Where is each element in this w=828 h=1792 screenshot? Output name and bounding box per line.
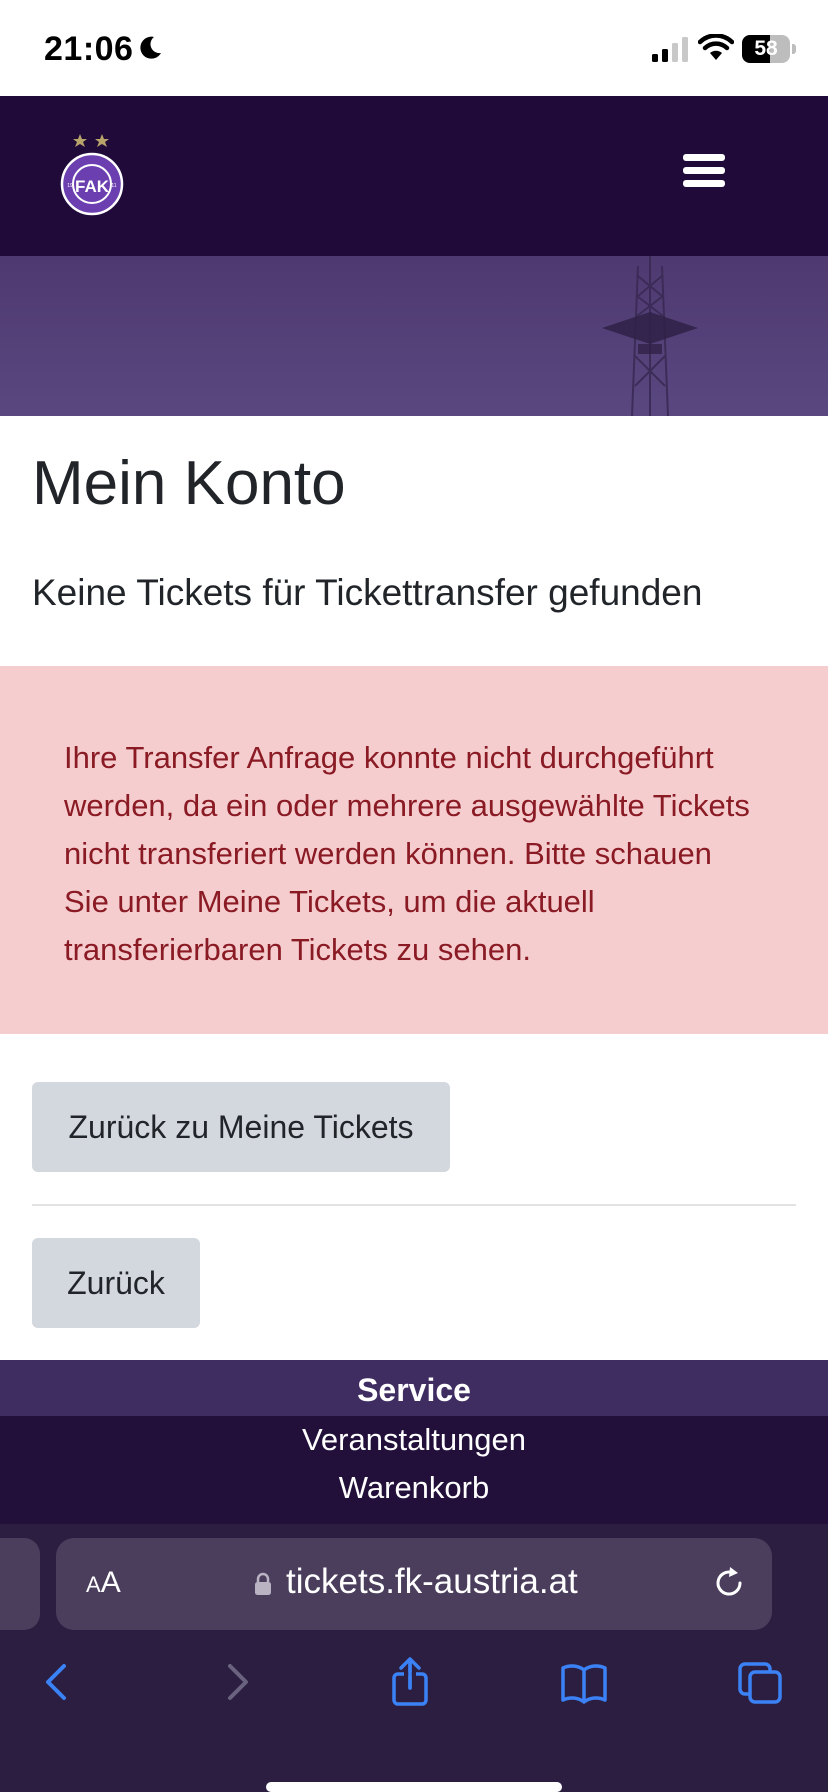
url-text: tickets.fk-austria.at [286,1562,578,1601]
footer-heading: Service [357,1372,471,1408]
previous-tab-peek[interactable] [0,1538,40,1630]
text-size-button[interactable]: AA [86,1566,121,1600]
page-subtitle: Keine Tickets für Tickettransfer gefunde… [32,572,703,613]
site-header: FAK 19 11 [0,96,828,256]
club-logo[interactable]: FAK 19 11 [58,132,132,216]
svg-text:11: 11 [111,183,116,189]
footer-heading-bar: Service [0,1360,828,1416]
back-to-my-tickets-button[interactable]: Zurück zu Meine Tickets [32,1082,450,1172]
cellular-signal-icon [652,37,688,62]
moon-icon [140,36,161,59]
back-icon[interactable] [34,1656,82,1708]
address-bar[interactable]: AA tickets.fk-austria.at [56,1538,772,1630]
battery-indicator: 58 [742,35,796,63]
reload-icon[interactable] [710,1564,748,1602]
menu-button[interactable] [680,154,728,194]
share-icon[interactable] [386,1656,434,1708]
tabs-icon[interactable] [736,1656,784,1708]
lock-icon [255,1572,271,1595]
status-bar: 21:06 58 [0,0,828,96]
svg-text:FAK: FAK [75,177,110,196]
error-alert: Ihre Transfer Anfrage konnte nicht durch… [0,666,828,1034]
forward-icon[interactable] [212,1656,260,1708]
tower-image [602,256,698,416]
footer-link-events[interactable]: Veranstaltungen [0,1422,828,1458]
wifi-icon [698,34,734,60]
browser-toolbar: AA tickets.fk-austria.at [0,1524,828,1792]
hamburger-icon [683,154,725,161]
footer-links: Veranstaltungen Warenkorb [0,1416,828,1524]
divider [32,1204,796,1206]
back-button[interactable]: Zurück [32,1238,200,1328]
home-indicator [266,1782,562,1792]
battery-level: 58 [754,37,778,60]
error-alert-message: Ihre Transfer Anfrage konnte nicht durch… [64,740,750,967]
footer-link-cart[interactable]: Warenkorb [0,1470,828,1506]
bookmarks-icon[interactable] [560,1656,608,1708]
status-time: 21:06 [44,30,134,68]
header-banner [0,256,828,416]
svg-text:19: 19 [67,183,73,189]
page-title: Mein Konto [32,449,346,518]
